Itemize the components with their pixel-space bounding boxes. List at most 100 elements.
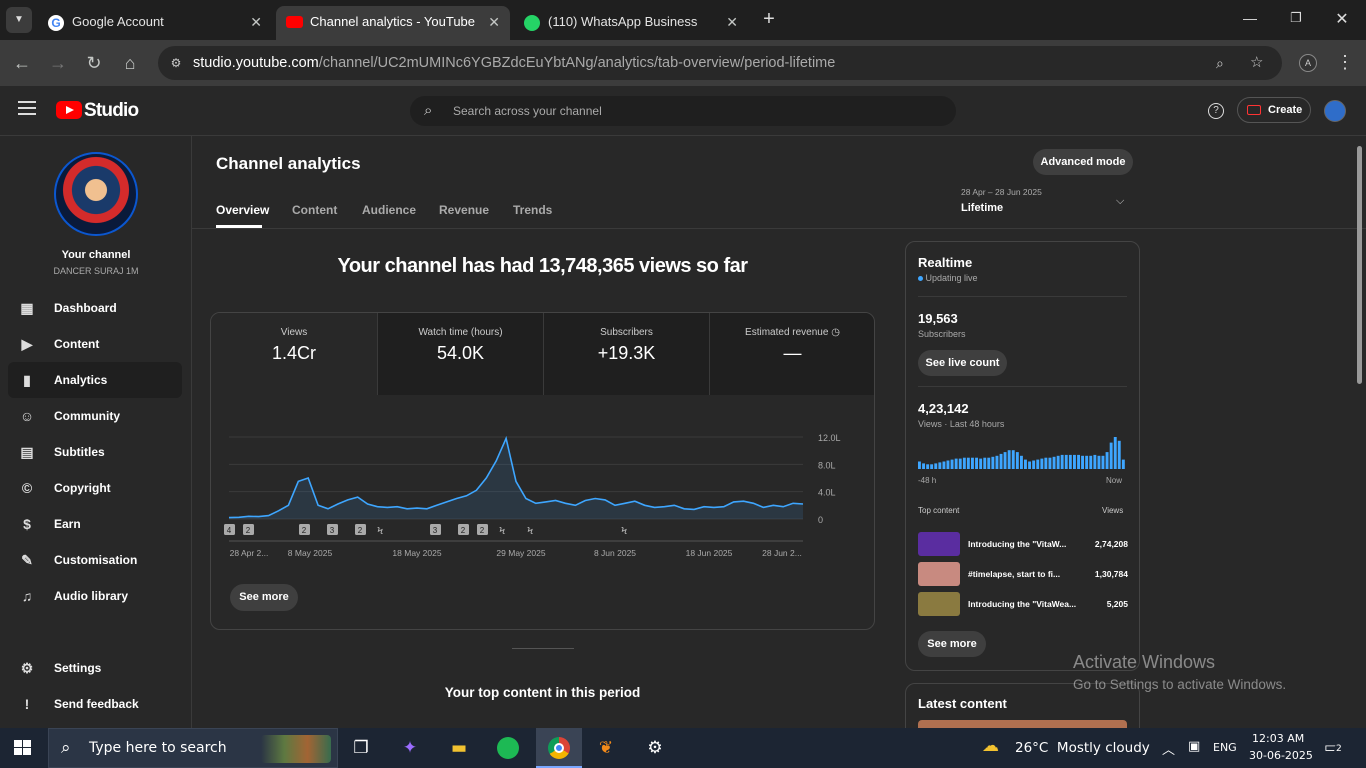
minimize-button[interactable]: — [1240, 10, 1260, 30]
sidebar-item-content[interactable]: ▶ Content [8, 326, 182, 362]
notifications-icon[interactable]: ▭ 2 [1324, 738, 1346, 758]
sidebar-item-customisation[interactable]: ✎ Customisation [8, 542, 182, 578]
metric-watch-time[interactable]: Watch time (hours) 54.0K [377, 313, 543, 395]
tab-google-account[interactable]: G Google Account ✕ [38, 6, 272, 40]
realtime-see-more-button[interactable]: See more [918, 631, 986, 657]
metric-subscribers[interactable]: Subscribers +19.3K [543, 313, 709, 395]
copilot-icon[interactable]: ✦ [396, 734, 424, 762]
metric-estimated-revenue[interactable]: Estimated revenue ◷ — [709, 313, 874, 395]
divider [918, 296, 1127, 297]
earn-icon: $ [23, 516, 31, 532]
realtime-views-label: Views · Last 48 hours [918, 419, 1005, 429]
file-explorer-icon[interactable]: ▬ [445, 734, 473, 762]
realtime-title: Realtime [918, 255, 973, 270]
see-more-button[interactable]: See more [230, 584, 298, 611]
realtime-bar [926, 464, 930, 469]
back-icon[interactable]: ← [11, 52, 33, 74]
spotify-icon[interactable] [494, 734, 522, 762]
tab-overview[interactable]: Overview [216, 203, 269, 217]
realtime-bar [950, 459, 954, 469]
sidebar-item-audio-library[interactable]: ♫ Audio library [8, 578, 182, 614]
sidebar-item-send-feedback[interactable]: ! Send feedback [8, 686, 182, 722]
create-button[interactable]: Create [1237, 97, 1311, 123]
bookmark-star-icon[interactable]: ☆ [1250, 46, 1263, 80]
page-scrollbar[interactable] [1357, 146, 1362, 384]
sidebar-item-copyright[interactable]: © Copyright [8, 470, 182, 506]
video-marker-count: 2 [480, 526, 485, 535]
tab-trends[interactable]: Trends [513, 203, 552, 217]
chrome-taskbar-button[interactable] [536, 728, 582, 768]
settings-taskbar-icon[interactable]: ⚙ [641, 734, 669, 762]
fl-studio-icon[interactable]: ❦ [592, 734, 620, 762]
sidebar-item-dashboard[interactable]: ▦ Dashboard [8, 290, 182, 326]
tab-whatsapp[interactable]: (110) WhatsApp Business ✕ [514, 6, 748, 40]
tab-audience[interactable]: Audience [362, 203, 416, 217]
shorts-marker-icon: Ϟ [499, 526, 506, 537]
video-marker-count: 3 [433, 526, 438, 535]
zoom-icon[interactable]: ⌕ [1216, 46, 1224, 80]
clock-date[interactable]: 30-06-2025 [1249, 749, 1313, 762]
realtime-bar [1048, 457, 1052, 469]
x-tick-label: 8 May 2025 [288, 548, 333, 558]
audio-library-icon: ♫ [21, 588, 33, 604]
weather-text[interactable]: 26°C Mostly cloudy [1015, 740, 1150, 756]
close-icon[interactable]: ✕ [488, 14, 500, 31]
browser-menu-icon[interactable]: ⋮ [1336, 52, 1354, 73]
sidebar-item-community[interactable]: ☺ Community [8, 398, 182, 434]
home-icon[interactable]: ⌂ [119, 52, 141, 74]
task-view-icon[interactable]: ❐ [347, 734, 375, 762]
sidebar-item-earn[interactable]: $ Earn [8, 506, 182, 542]
close-icon[interactable]: ✕ [250, 14, 262, 31]
sidebar-item-analytics[interactable]: ▮ Analytics [8, 362, 182, 398]
weather-icon[interactable]: ☁ [982, 736, 1008, 758]
restore-button[interactable]: ❐ [1286, 10, 1306, 30]
window-close-button[interactable]: ✕ [1332, 9, 1352, 29]
tab-revenue[interactable]: Revenue [439, 203, 489, 217]
advanced-mode-button[interactable]: Advanced mode [1033, 149, 1133, 175]
search-highlight-icon [261, 735, 331, 763]
windows-start-icon[interactable] [14, 740, 32, 756]
realtime-bar [987, 457, 991, 469]
sidebar-item-subtitles[interactable]: ▤ Subtitles [8, 434, 182, 470]
header-divider [192, 228, 1366, 229]
top-content-item[interactable]: Introducing the "VitaW... 2,74,208 [918, 532, 1128, 557]
views-chart: 12.0L 8.0L 4.0L 0 4 2 2 3 2 Ϟ 3 2 2 Ϟ Ϟ Ϟ 28 Apr 2... 8 M… [224, 433, 841, 558]
url-field[interactable]: ⚙ studio.youtube.com/channel/UC2mUMINc6Y… [158, 46, 1282, 80]
realtime-axis-start: -48 h [918, 476, 937, 485]
realtime-bar [1068, 454, 1072, 469]
top-content-item[interactable]: #timelapse, start to fi... 1,30,784 [918, 562, 1128, 587]
period-selector[interactable]: 28 Apr – 28 Jun 2025 Lifetime ⌵ [955, 184, 1135, 224]
taskbar-search[interactable]: ⌕ Type here to search [48, 728, 338, 768]
forward-icon[interactable]: → [47, 52, 69, 74]
customisation-icon: ✎ [21, 552, 33, 568]
close-icon[interactable]: ✕ [726, 14, 738, 31]
clock-time[interactable]: 12:03 AM [1252, 732, 1304, 745]
shorts-marker-icon: Ϟ [377, 526, 384, 537]
tab-search-button[interactable]: ▼ [6, 7, 32, 33]
site-info-icon[interactable]: ⚙ [166, 46, 186, 80]
top-content-item[interactable]: Introducing the "VitaWea... 5,205 [918, 592, 1128, 617]
profile-avatar[interactable]: A [1299, 54, 1317, 72]
new-tab-button[interactable]: + [758, 8, 780, 30]
windows-taskbar: ⌕ Type here to search ❐ ✦ ▬ ❦ ⚙ ☁ 26°C M… [0, 728, 1366, 768]
sidebar-item-settings[interactable]: ⚙ Settings [8, 650, 182, 686]
x-tick-label: 28 Jun 2... [762, 548, 802, 558]
language-indicator[interactable]: ENG [1213, 741, 1237, 754]
live-dot-icon [918, 276, 923, 282]
tray-chevron-icon[interactable]: ︿ [1162, 739, 1175, 758]
y-tick-label: 8.0L [818, 460, 836, 470]
hamburger-menu-icon[interactable] [18, 101, 36, 115]
reload-icon[interactable]: ↻ [83, 52, 105, 74]
tab-content[interactable]: Content [292, 203, 337, 217]
help-icon[interactable]: ? [1208, 103, 1224, 119]
see-live-count-button[interactable]: See live count [918, 350, 1007, 376]
search-input[interactable]: ⌕ Search across your channel [410, 96, 956, 126]
tray-device-icon[interactable]: ▣ [1188, 739, 1200, 754]
tab-channel-analytics[interactable]: Channel analytics - YouTube Studio ✕ [276, 6, 510, 40]
channel-avatar[interactable] [54, 152, 138, 236]
latest-content-title: Latest content [918, 696, 1007, 711]
metric-views[interactable]: Views 1.4Cr [211, 313, 377, 395]
account-avatar[interactable] [1324, 100, 1346, 122]
url-path: /channel/UC2mUMINc6YGBZdcEuYbtANg/analyt… [318, 55, 836, 71]
video-marker-count: 2 [302, 526, 307, 535]
